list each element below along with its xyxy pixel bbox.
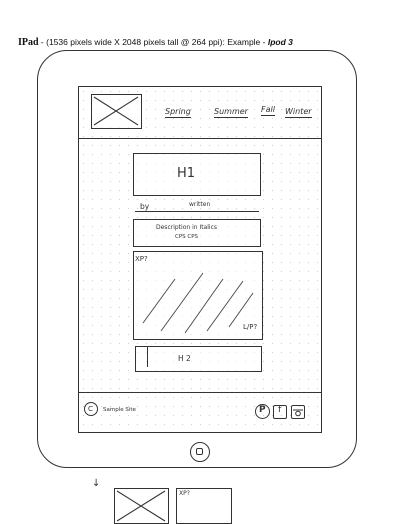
instagram-icon[interactable] — [291, 405, 305, 419]
device-spec: (1536 pixels wide X 2048 pixels tall @ 2… — [46, 37, 268, 47]
byline-name: written — [189, 201, 211, 208]
heading-dash: - — [38, 37, 47, 47]
image-bottom-label: L/P? — [243, 323, 258, 331]
logo-placeholder — [91, 94, 142, 129]
copyright-text: Sample Site — [103, 407, 136, 413]
example-device: Ipod 3 — [267, 37, 293, 47]
h1-box — [133, 153, 261, 196]
h2-text: H 2 — [178, 354, 191, 363]
next-layout-logo-placeholder — [114, 488, 169, 524]
nav-item-spring[interactable]: Spring — [165, 107, 191, 118]
header-divider — [78, 138, 322, 139]
page-heading: IPad - (1536 pixels wide X 2048 pixels t… — [18, 37, 293, 48]
image-top-label: XP? — [135, 255, 148, 263]
description-line-2: CPS CPS — [175, 234, 199, 240]
footer-divider — [78, 392, 322, 393]
device-label: IPad — [18, 37, 39, 48]
copyright-symbol: C — [88, 405, 93, 413]
nav-item-summer[interactable]: Summer — [214, 107, 248, 118]
pinterest-letter: P — [259, 405, 266, 415]
byline-by: by — [140, 202, 150, 211]
camera-icon — [293, 409, 303, 417]
facebook-letter: f — [278, 405, 282, 415]
nav-item-fall[interactable]: Fall — [261, 105, 275, 116]
next-layout-image-label: XP? — [179, 490, 190, 497]
home-button[interactable] — [190, 442, 210, 462]
h2-box-mark — [147, 347, 148, 367]
nav-item-winter[interactable]: Winter — [285, 107, 312, 118]
byline-rule — [135, 211, 259, 212]
description-line-1: Description in Italics — [156, 224, 218, 231]
down-arrow-icon: ↓ — [92, 478, 101, 489]
h1-text: H1 — [177, 166, 196, 181]
h2-box — [135, 346, 262, 372]
image-placeholder-cross-icon — [93, 96, 139, 126]
